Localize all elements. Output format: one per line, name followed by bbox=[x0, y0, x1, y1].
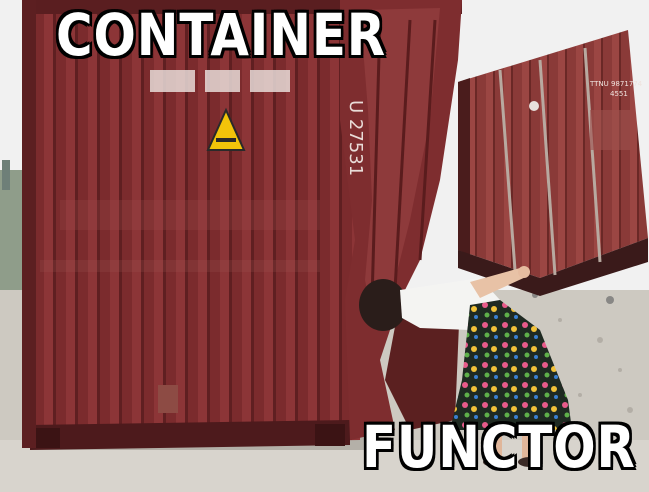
right-container-id-text: TTNU 9871774 bbox=[589, 80, 643, 88]
left-container-id-text: U 27531 bbox=[345, 100, 366, 176]
top-caption: CONTAINER bbox=[56, 1, 387, 69]
bottom-caption: FUNCTOR bbox=[362, 413, 636, 481]
meme-image: TTNU 9871774 4551 U 27531 CONTAINER FUNC… bbox=[0, 0, 649, 492]
right-container-code-text: 4551 bbox=[610, 90, 628, 98]
